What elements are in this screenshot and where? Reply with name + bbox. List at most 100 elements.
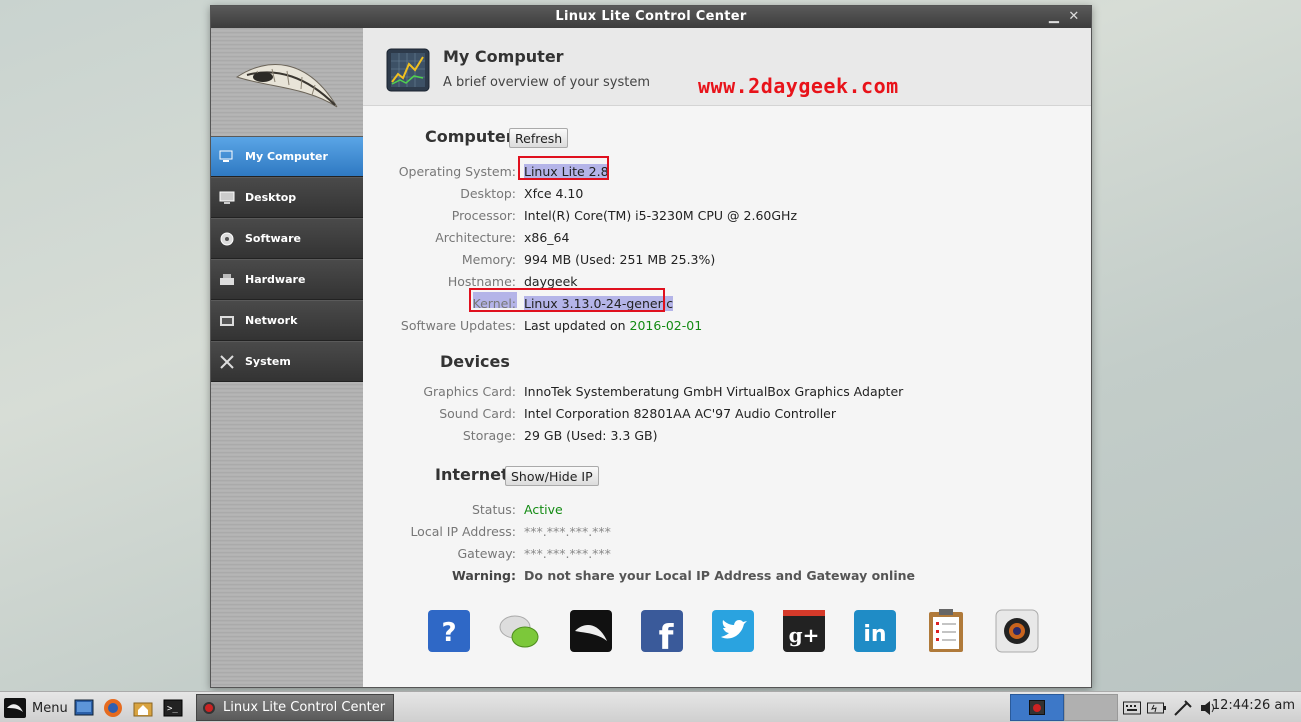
computer-label-text: Processor: bbox=[451, 208, 516, 223]
linkedin-icon[interactable]: in bbox=[852, 608, 898, 654]
internet-row-label: Warning: bbox=[363, 567, 516, 585]
internet-value-text: Do not share your Local IP Address and G… bbox=[524, 568, 916, 583]
devices-row-label: Storage: bbox=[363, 427, 516, 445]
chat-icon[interactable] bbox=[497, 608, 543, 654]
computer-label-text: Memory: bbox=[461, 252, 516, 267]
desktop-launcher-icon[interactable] bbox=[74, 696, 94, 720]
devices-row-value: Intel Corporation 82801AA AC'97 Audio Co… bbox=[524, 405, 836, 423]
computer-label-text: Architecture: bbox=[435, 230, 516, 245]
workspace-1[interactable] bbox=[1010, 694, 1064, 721]
computer-row-label: Architecture: bbox=[363, 229, 516, 247]
close-button[interactable]: ✕ bbox=[1065, 6, 1083, 28]
network-icon bbox=[219, 314, 237, 328]
computer-row-value: 994 MB (Used: 251 MB 25.3%) bbox=[524, 251, 715, 269]
computer-value-text: Last updated on bbox=[524, 318, 630, 333]
sidebar-item-label: Network bbox=[245, 314, 298, 327]
camera-icon[interactable] bbox=[994, 608, 1040, 654]
google-plus-icon[interactable]: g+ bbox=[781, 608, 827, 654]
computer-label-text: Software Updates: bbox=[400, 318, 516, 333]
page-subtitle: A brief overview of your system bbox=[443, 75, 651, 90]
computer-row-label: Memory: bbox=[363, 251, 516, 269]
page-title: My Computer bbox=[443, 47, 564, 66]
clipboard-icon[interactable] bbox=[923, 608, 969, 654]
svg-text:>_: >_ bbox=[167, 704, 178, 714]
linux-lite-icon[interactable] bbox=[568, 608, 614, 654]
devices-label-text: Storage: bbox=[462, 428, 516, 443]
internet-row-value: Do not share your Local IP Address and G… bbox=[524, 567, 915, 585]
clock[interactable]: 12:44:26 am bbox=[1212, 698, 1295, 713]
computer-row-value: Xfce 4.10 bbox=[524, 185, 583, 203]
devices-row-label: Graphics Card: bbox=[363, 383, 516, 401]
computer-row-value: Intel(R) Core(TM) i5-3230M CPU @ 2.60GHz bbox=[524, 207, 797, 225]
internet-value-text: ***.***.***.*** bbox=[524, 546, 611, 561]
internet-section-title: Internet bbox=[435, 465, 509, 484]
monitor-icon bbox=[219, 150, 237, 163]
app-record-icon bbox=[203, 701, 215, 714]
workspace-2[interactable] bbox=[1064, 694, 1118, 721]
help-icon[interactable]: ? bbox=[426, 608, 472, 654]
chart-monitor-icon bbox=[386, 48, 430, 96]
computer-row-label: Desktop: bbox=[363, 185, 516, 203]
main-content: My Computer A brief overview of your sys… bbox=[363, 28, 1091, 687]
sidebar-item-desktop[interactable]: Desktop bbox=[211, 177, 363, 218]
taskbar: Menu >_ Linux Lite Control Center 12:44:… bbox=[0, 691, 1301, 722]
window-titlebar[interactable]: Linux Lite Control Center ▁ ✕ bbox=[211, 6, 1091, 28]
software-icon bbox=[219, 231, 237, 247]
devices-section-title: Devices bbox=[440, 352, 510, 371]
battery-icon[interactable] bbox=[1147, 696, 1167, 720]
internet-label-text: Status: bbox=[471, 502, 516, 517]
sidebar-item-hardware[interactable]: Hardware bbox=[211, 259, 363, 300]
firefox-icon[interactable] bbox=[103, 696, 123, 720]
menu-button[interactable]: Menu bbox=[4, 696, 68, 720]
svg-text:in: in bbox=[863, 622, 886, 647]
twitter-icon[interactable] bbox=[710, 608, 756, 654]
computer-row-value: x86_64 bbox=[524, 229, 569, 247]
page-header: My Computer A brief overview of your sys… bbox=[363, 28, 1091, 106]
watermark-text: www.2daygeek.com bbox=[698, 74, 899, 98]
internet-label-text: Warning: bbox=[452, 568, 516, 583]
devices-row-value: InnoTek Systemberatung GmbH VirtualBox G… bbox=[524, 383, 903, 401]
devices-value-text: 29 GB (Used: 3.3 GB) bbox=[524, 428, 658, 443]
svg-text:?: ? bbox=[441, 618, 456, 648]
internet-row-label: Local IP Address: bbox=[363, 523, 516, 541]
internet-value-text: Active bbox=[524, 502, 563, 517]
sidebar-item-my-computer[interactable]: My Computer bbox=[211, 136, 371, 177]
devices-row-value: 29 GB (Used: 3.3 GB) bbox=[524, 427, 657, 445]
facebook-icon[interactable]: f bbox=[639, 608, 685, 654]
taskbar-window-label: Linux Lite Control Center bbox=[223, 700, 386, 715]
keyboard-icon[interactable] bbox=[1123, 696, 1141, 720]
internet-row-value: ***.***.***.*** bbox=[524, 545, 611, 563]
hardware-icon bbox=[219, 273, 237, 287]
tools-icon bbox=[219, 354, 237, 370]
update-date: 2016-02-01 bbox=[629, 318, 703, 333]
home-folder-icon[interactable] bbox=[133, 696, 153, 720]
workspace-window-icon bbox=[1029, 700, 1045, 715]
sidebar-item-label: System bbox=[245, 355, 291, 368]
menu-label: Menu bbox=[32, 700, 68, 716]
computer-value-text: Intel(R) Core(TM) i5-3230M CPU @ 2.60GHz bbox=[524, 208, 798, 223]
devices-value-text: Intel Corporation 82801AA AC'97 Audio Co… bbox=[524, 406, 837, 421]
sidebar-item-label: My Computer bbox=[245, 150, 328, 163]
devices-label-text: Sound Card: bbox=[439, 406, 516, 421]
minimize-button[interactable]: ▁ bbox=[1045, 6, 1063, 28]
svg-text:f: f bbox=[659, 618, 675, 653]
refresh-button[interactable]: Refresh bbox=[509, 128, 569, 148]
computer-row-label: Operating System: bbox=[363, 163, 516, 181]
show-hide-ip-button[interactable]: Show/Hide IP bbox=[505, 466, 599, 486]
sidebar-item-software[interactable]: Software bbox=[211, 218, 363, 259]
terminal-icon[interactable]: >_ bbox=[163, 696, 183, 720]
computer-row-label: Software Updates: bbox=[363, 317, 516, 335]
sidebar-item-label: Desktop bbox=[245, 191, 297, 204]
computer-value-text: x86_64 bbox=[524, 230, 570, 245]
network-cable-icon[interactable] bbox=[1173, 696, 1193, 720]
computer-value-text: daygeek bbox=[524, 274, 578, 289]
taskbar-window-button[interactable]: Linux Lite Control Center bbox=[196, 694, 394, 721]
internet-label-text: Gateway: bbox=[457, 546, 516, 561]
sidebar-item-system[interactable]: System bbox=[211, 341, 363, 382]
computer-value-text: Xfce 4.10 bbox=[524, 186, 584, 201]
sidebar-item-network[interactable]: Network bbox=[211, 300, 363, 341]
devices-row-label: Sound Card: bbox=[363, 405, 516, 423]
internet-value-text: ***.***.***.*** bbox=[524, 524, 611, 539]
computer-label-text: Operating System: bbox=[398, 164, 516, 179]
computer-value-text: 994 MB (Used: 251 MB 25.3%) bbox=[524, 252, 716, 267]
